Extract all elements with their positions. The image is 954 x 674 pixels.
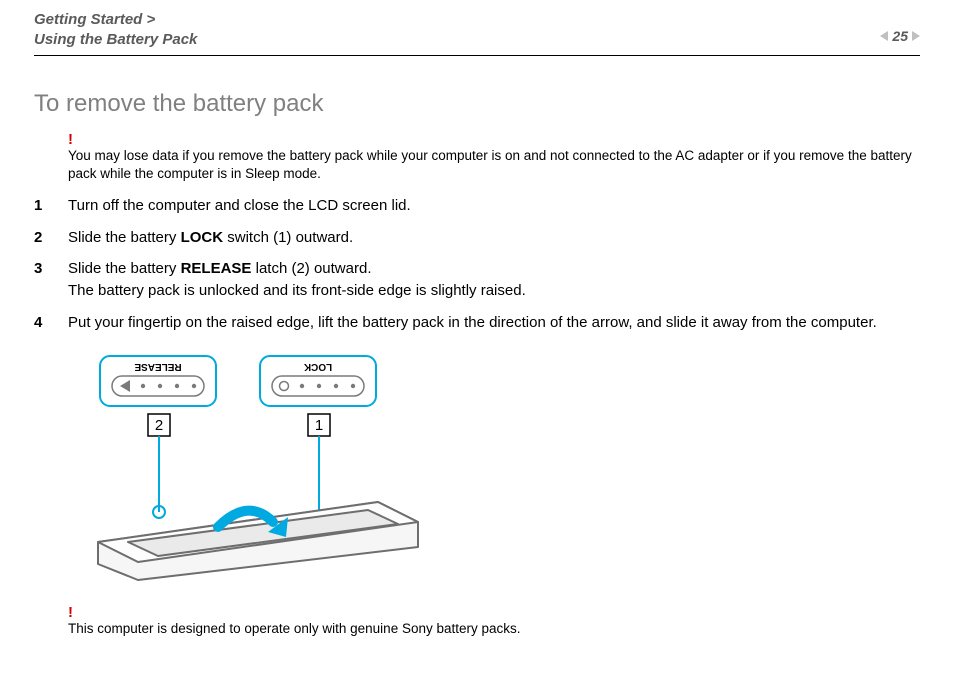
step-3: Slide the battery RELEASE latch (2) outw… (34, 258, 920, 302)
steps-list: Turn off the computer and close the LCD … (34, 195, 920, 334)
next-page-icon[interactable] (912, 31, 920, 41)
page-number: 25 (892, 28, 908, 44)
warning-icon: ! (68, 605, 918, 620)
release-switch-icon: RELEASE (100, 356, 216, 406)
page-number-nav: 25 (880, 28, 920, 44)
breadcrumb-section: Getting Started > (34, 10, 197, 30)
svg-text:1: 1 (315, 417, 323, 434)
lock-label: LOCK (181, 229, 224, 246)
release-label: RELEASE (181, 260, 252, 277)
step-1: Turn off the computer and close the LCD … (34, 195, 920, 217)
device-body-icon (98, 502, 418, 580)
step-1-text: Turn off the computer and close the LCD … (68, 197, 411, 214)
breadcrumb-page: Using the Battery Pack (34, 30, 197, 50)
callout-1: 1 (308, 414, 330, 436)
battery-diagram-svg: RELEASE 2 LOCK (68, 352, 428, 582)
breadcrumb: Getting Started > Using the Battery Pack (34, 10, 197, 51)
step-4: Put your fingertip on the raised edge, l… (34, 312, 920, 334)
callout-2: 2 (148, 414, 170, 436)
lock-switch-icon: LOCK (260, 356, 376, 406)
svg-text:2: 2 (155, 417, 163, 434)
battery-diagram: RELEASE 2 LOCK (68, 352, 920, 585)
warning-top: ! You may lose data if you remove the ba… (68, 132, 918, 183)
page-header: Getting Started > Using the Battery Pack… (34, 10, 920, 56)
warning-bottom-text: This computer is designed to operate onl… (68, 620, 918, 638)
warning-bottom: ! This computer is designed to operate o… (68, 605, 918, 638)
warning-top-text: You may lose data if you remove the batt… (68, 147, 918, 183)
step-4-text: Put your fingertip on the raised edge, l… (68, 314, 877, 331)
lock-text: LOCK (303, 361, 332, 372)
warning-icon: ! (68, 132, 918, 147)
release-text: RELEASE (134, 361, 182, 372)
page-title: To remove the battery pack (34, 90, 920, 118)
prev-page-icon[interactable] (880, 31, 888, 41)
step-2: Slide the battery LOCK switch (1) outwar… (34, 227, 920, 249)
step-3-extra: The battery pack is unlocked and its fro… (68, 282, 526, 299)
